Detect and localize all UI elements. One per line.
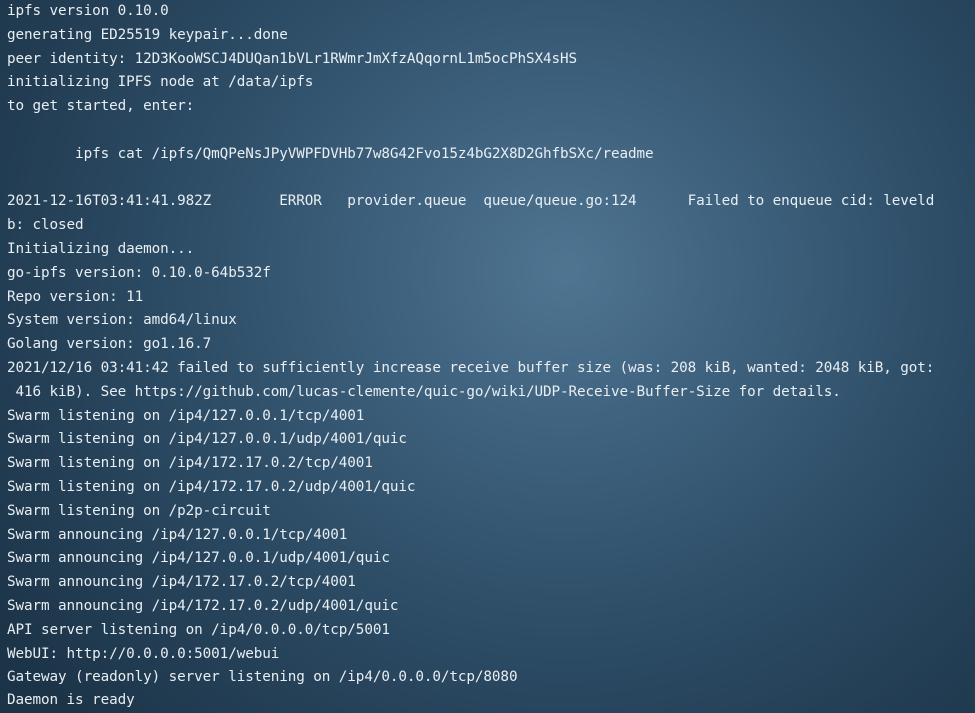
terminal-line: 2021/12/16 03:41:42 failed to sufficient…: [7, 360, 935, 376]
terminal-line: b: closed: [7, 217, 84, 234]
terminal-line: Swarm listening on /ip4/127.0.0.1/tcp/40…: [7, 407, 365, 424]
terminal-line: Swarm listening on /ip4/172.17.0.2/tcp/4…: [7, 455, 373, 472]
terminal-line: Swarm listening on /ip4/172.17.0.2/udp/4…: [7, 479, 416, 495]
terminal-line: peer identity: 12D3KooWSCJ4DUQan1bVLr1RW…: [7, 50, 577, 67]
terminal-output[interactable]: ipfs version 0.10.0 generating ED25519 k…: [0, 0, 975, 713]
terminal-line: Gateway (readonly) server listening on /…: [7, 669, 518, 686]
terminal-line: to get started, enter:: [7, 98, 195, 115]
terminal-line: Swarm announcing /ip4/172.17.0.2/udp/400…: [7, 598, 399, 614]
terminal-line: Swarm announcing /ip4/172.17.0.2/tcp/400…: [7, 574, 356, 591]
terminal-line: ipfs version 0.10.0: [7, 3, 169, 19]
terminal-line: Daemon is ready: [7, 692, 135, 709]
terminal-line: 416 kiB). See https://github.com/lucas-c…: [7, 383, 841, 400]
terminal-line: Swarm announcing /ip4/127.0.0.1/tcp/4001: [7, 526, 348, 543]
terminal-line: Initializing daemon...: [7, 241, 195, 257]
terminal-line: 2021-12-16T03:41:41.982Z ERROR provider.…: [7, 193, 935, 210]
terminal-line: initializing IPFS node at /data/ipfs: [7, 74, 314, 91]
terminal-line: Swarm announcing /ip4/127.0.0.1/udp/4001…: [7, 550, 390, 567]
terminal-line: ipfs cat /ipfs/QmQPeNsJPyVWPFDVHb77w8G42…: [7, 145, 654, 162]
terminal-line: go-ipfs version: 0.10.0-64b532f: [7, 264, 271, 281]
terminal-line: Swarm listening on /ip4/127.0.0.1/udp/40…: [7, 431, 407, 448]
terminal-line: Golang version: go1.16.7: [7, 336, 212, 353]
terminal-line: API server listening on /ip4/0.0.0.0/tcp…: [7, 621, 390, 638]
terminal-line: System version: amd64/linux: [7, 312, 237, 329]
terminal-line: Repo version: 11: [7, 288, 144, 305]
terminal-line: Swarm listening on /p2p-circuit: [7, 502, 271, 519]
terminal-line: generating ED25519 keypair...done: [7, 26, 288, 43]
terminal-line: WebUI: http://0.0.0.0:5001/webui: [7, 645, 280, 662]
